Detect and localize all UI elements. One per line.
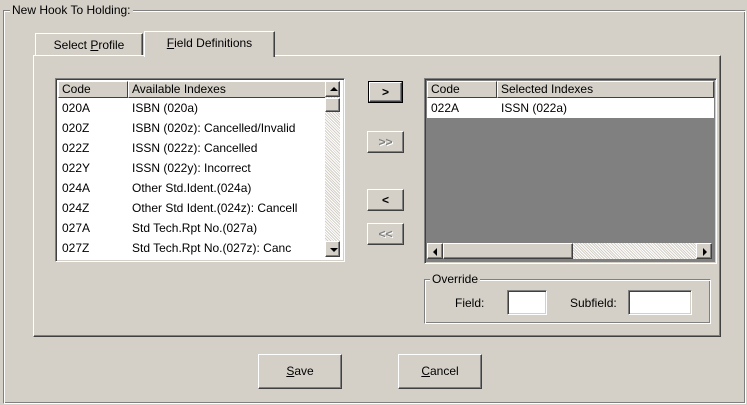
list-item[interactable]: 022Z ISSN (022z): Cancelled xyxy=(58,138,327,158)
selected-list-rows: 022A ISSN (022a) xyxy=(427,98,714,118)
save-button[interactable]: Save xyxy=(258,354,342,389)
triangle-left-icon xyxy=(433,248,437,256)
remove-selected-label: < xyxy=(381,193,389,207)
override-subfield-input[interactable] xyxy=(628,290,692,315)
tab-field-definitions-label-rest: ield Definitions xyxy=(174,36,253,50)
triangle-down-icon xyxy=(330,248,338,252)
field-definitions-panel: Code Available Indexes 020A ISBN (020a) … xyxy=(33,55,721,337)
list-item-index: Other Std Ident.(024z): Cancell xyxy=(132,201,298,215)
cancel-button-mnemonic: C xyxy=(421,364,430,378)
scroll-up-button[interactable] xyxy=(325,81,340,97)
override-field-input[interactable] xyxy=(507,290,547,315)
add-all-label: >> xyxy=(378,135,393,149)
cancel-button[interactable]: Cancel xyxy=(398,354,482,389)
list-item-code: 022A xyxy=(431,101,460,115)
list-item-index: ISBN (020z): Cancelled/Invalid xyxy=(132,121,296,135)
tab-select-profile-label: Select xyxy=(53,38,91,52)
add-all-button[interactable]: >> xyxy=(367,131,404,153)
list-item[interactable]: 024Z Other Std Ident.(024z): Cancell xyxy=(58,198,327,218)
selected-col-index[interactable]: Selected Indexes xyxy=(497,81,714,98)
available-col-index[interactable]: Available Indexes xyxy=(128,81,327,98)
list-item[interactable]: 020A ISBN (020a) xyxy=(58,98,327,118)
available-list-header: Code Available Indexes xyxy=(58,81,327,98)
list-item-index: ISBN (020a) xyxy=(132,101,199,115)
list-item-index: Std Tech.Rpt No.(027a) xyxy=(132,221,258,235)
list-item[interactable]: 024A Other Std.Ident.(024a) xyxy=(58,178,327,198)
list-item-code: 024A xyxy=(62,181,91,195)
selected-indexes-list[interactable]: Code Selected Indexes 022A ISSN (022a) xyxy=(424,78,717,264)
scroll-thumb[interactable] xyxy=(325,98,340,112)
list-item[interactable]: 027A Std Tech.Rpt No.(027a) xyxy=(58,218,327,238)
list-item-code: 022Y xyxy=(62,161,91,175)
scroll-right-button[interactable] xyxy=(696,243,712,259)
cancel-button-label-rest: ancel xyxy=(429,364,459,378)
selected-col-code[interactable]: Code xyxy=(427,81,497,98)
remove-selected-button[interactable]: < xyxy=(367,189,404,211)
list-item[interactable]: 020Z ISBN (020z): Cancelled/Invalid xyxy=(58,118,327,138)
tab-field-definitions[interactable]: Field Definitions xyxy=(144,31,275,57)
list-item-code: 027Z xyxy=(62,241,90,255)
list-item-index: Other Std.Ident.(024a) xyxy=(132,181,252,195)
triangle-right-icon xyxy=(703,248,707,256)
override-field-label: Field: xyxy=(455,296,485,310)
scroll-down-button[interactable] xyxy=(325,241,340,257)
available-list-vscrollbar[interactable] xyxy=(325,81,340,257)
remove-all-button[interactable]: << xyxy=(367,223,404,245)
list-item[interactable]: 027Z Std Tech.Rpt No.(027z): Canc xyxy=(58,238,327,258)
save-button-label-rest: ave xyxy=(294,364,314,378)
list-item-index: ISSN (022y): Incorrect xyxy=(132,161,251,175)
tab-select-profile[interactable]: Select Profile xyxy=(35,33,143,56)
list-item-code: 027A xyxy=(62,221,91,235)
add-selected-label: > xyxy=(381,85,389,99)
scroll-thumb[interactable] xyxy=(443,243,573,259)
list-item[interactable]: 022Y ISSN (022y): Incorrect xyxy=(58,158,327,178)
list-item-code: 020Z xyxy=(62,121,90,135)
override-title: Override xyxy=(430,272,481,286)
override-subfield-label: Subfield: xyxy=(570,296,617,310)
available-indexes-list[interactable]: Code Available Indexes 020A ISBN (020a) … xyxy=(55,78,345,262)
list-item-code: 024Z xyxy=(62,201,90,215)
group-title: New Hook To Holding: xyxy=(10,3,133,17)
list-item-code: 020A xyxy=(62,101,91,115)
available-list-rows: 020A ISBN (020a) 020Z ISBN (020z): Cance… xyxy=(58,98,327,258)
list-item[interactable]: 022A ISSN (022a) xyxy=(427,98,714,118)
list-item-index: ISSN (022z): Cancelled xyxy=(132,141,258,155)
available-col-code[interactable]: Code xyxy=(58,81,128,98)
tab-select-profile-label-rest: rofile xyxy=(98,38,125,52)
remove-all-label: << xyxy=(378,227,393,241)
list-item-index: Std Tech.Rpt No.(027z): Canc xyxy=(132,241,292,255)
selected-list-header: Code Selected Indexes xyxy=(427,81,714,98)
list-item-code: 022Z xyxy=(62,141,90,155)
triangle-up-icon xyxy=(330,87,338,91)
add-selected-button[interactable]: > xyxy=(368,81,403,103)
selected-list-hscrollbar[interactable] xyxy=(427,243,712,259)
list-item-index: ISSN (022a) xyxy=(501,101,568,115)
scroll-left-button[interactable] xyxy=(427,243,443,259)
